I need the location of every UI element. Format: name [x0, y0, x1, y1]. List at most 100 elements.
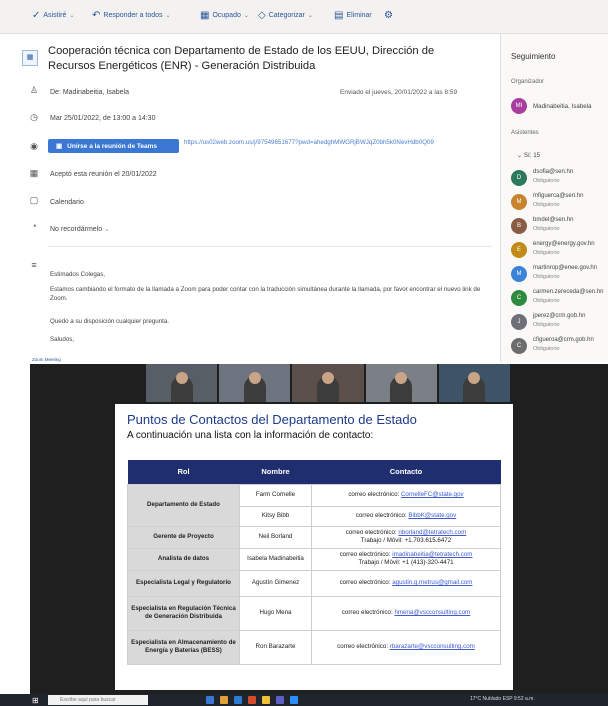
chrome-app-icon[interactable] [262, 696, 270, 704]
avatar: B [511, 218, 527, 234]
chevron-down-icon: ⌄ [307, 13, 313, 19]
ribbon-toolbar: ✓ Asistiré ⌄ ↶ Responder a todos ⌄ ▦ Ocupado ⌄… [0, 0, 608, 34]
zoom-meeting-window: Puntos de Contactos del Departamento de … [30, 364, 608, 694]
role-cell: Especialista en Regulación Técnica de Ge… [127, 595, 240, 631]
calendar-icon: ▢ [29, 195, 39, 205]
chevron-down-icon: ⌄ [165, 13, 171, 19]
teams-app-icon[interactable] [276, 696, 284, 704]
taskbar-search-input[interactable]: Escribe aquí para buscar [48, 695, 148, 705]
location-icon: ◉ [30, 141, 38, 151]
gear-icon: ⚙ [384, 10, 393, 21]
contact-label: correo electrónico: [339, 579, 391, 586]
avatar: C [511, 338, 527, 354]
email-link[interactable]: BibbK@state.gov [408, 512, 456, 519]
avatar: C [511, 290, 527, 306]
attendee-email: bmdel@sen.hn [533, 217, 574, 223]
attendee-item[interactable]: Eenergy@energy.gov.hn Obligatorio [511, 240, 608, 262]
attendee-status: Obligatorio [533, 322, 560, 328]
participant-video[interactable] [146, 364, 218, 402]
file-explorer-icon[interactable] [220, 696, 228, 704]
tracking-title: Seguimiento [511, 52, 556, 61]
participant-video[interactable] [438, 364, 511, 402]
email-link[interactable]: agustin.g.metrus@gmail.com [392, 579, 472, 586]
attendee-status: Obligatorio [533, 250, 560, 256]
contact-cell: correo electrónico: imadinabeitia@tetrat… [311, 547, 501, 571]
attendee-email: carmen.zereceda@sen.hn [533, 289, 604, 295]
attendee-email: energy@energy.gov.hn [533, 241, 595, 247]
powerpoint-app-icon[interactable] [248, 696, 256, 704]
accept-button[interactable]: ✓ Asistiré ⌄ [32, 10, 74, 21]
organizer-label: Organizador [511, 79, 545, 85]
attendee-status: Obligatorio [533, 226, 560, 232]
attendee-item[interactable]: Ccfigueroa@crm.gob.hn Obligatorio [511, 336, 608, 358]
avatar: J [511, 314, 527, 330]
divider [48, 246, 492, 247]
show-as-button[interactable]: ▦ Ocupado ⌄ [200, 10, 249, 21]
contact-cell: correo electrónico: BibbK@state.gov [311, 505, 501, 527]
more-options-button[interactable]: ⚙ [384, 10, 393, 21]
participant-head [248, 372, 261, 384]
system-tray[interactable]: 17°C Nublado ESP 9:52 a.m. [470, 696, 535, 702]
participant-video[interactable] [219, 364, 291, 402]
contact-cell: correo electrónico: agustin.g.metrus@gma… [311, 569, 501, 597]
calendar-busy-icon: ▦ [200, 10, 210, 21]
avatar: E [511, 242, 527, 258]
role-cell: Especialista Legal y Regulatorio [127, 569, 240, 597]
participant-video[interactable] [292, 364, 364, 402]
email-link[interactable]: imadinabeitia@tetratech.com [392, 551, 472, 558]
attendee-item[interactable]: Mmfiguerca@sen.hn Obligatorio [511, 192, 608, 214]
attendee-email: cfigueroa@crm.gob.hn [533, 337, 594, 343]
contact-label: correo electrónico: [339, 551, 391, 558]
attendee-item[interactable]: Mmartinrop@enee.gov.hn Obligatorio [511, 264, 608, 286]
categorize-button[interactable]: ◇ Categorizar ⌄ [258, 10, 313, 21]
name-cell: Neil Borland [239, 525, 312, 549]
attendee-item[interactable]: Ddsofia@sen.hn Obligatorio [511, 168, 608, 190]
reply-all-button[interactable]: ↶ Responder a todos ⌄ [92, 10, 171, 21]
contacts-table: Rol Nombre Contacto Departamento de Esta… [127, 460, 501, 665]
name-cell: Agustín Gimenez [239, 569, 312, 597]
organizer-name[interactable]: Madinabeitia, Isabela [533, 103, 591, 110]
attendee-item[interactable]: Ccarmen.zereceda@sen.hn Obligatorio [511, 288, 608, 310]
contact-cell: correo electrónico: rbarazarte@vscconsul… [311, 629, 501, 665]
zoom-app-icon[interactable] [290, 696, 298, 704]
task-view-icon[interactable] [206, 696, 214, 704]
notes-icon: ≡ [31, 260, 37, 270]
join-teams-button[interactable]: ▣ Unirse a la reunión de Teams [48, 139, 179, 153]
body-closing: Saludos, [50, 336, 75, 343]
contact-label: correo electrónico: [348, 491, 400, 498]
email-link[interactable]: CornelleFC@state.gov [401, 491, 464, 498]
bell-icon: ◔ [31, 221, 37, 231]
column-header-nombre: Nombre [239, 460, 312, 484]
attendee-item[interactable]: Jjperez@crm.gob.hn Obligatorio [511, 312, 608, 334]
windows-start-icon[interactable]: ⊞ [32, 696, 39, 705]
name-cell: Ron Barazarte [239, 629, 312, 665]
video-thumbnail-strip [146, 364, 511, 402]
contacts-table-body: Departamento de Estado Farm Cornelle corre… [127, 483, 501, 665]
sent-date: Enviado el jueves, 20/01/2022 a las 8:59 [340, 89, 458, 96]
email-link[interactable]: hmena@vscconsulting.com [394, 609, 470, 616]
avatar[interactable]: MI [511, 98, 527, 114]
role-cell: Gerente de Proyecto [127, 525, 240, 549]
role-cell: Departamento de Estado [127, 483, 240, 527]
zoom-window-label[interactable]: Zoom Meeting [32, 357, 61, 362]
zoom-link[interactable]: https://us02web.zoom.us/j/97549651677?pw… [184, 138, 494, 147]
table-row: Especialista Legal y Regulatorio Agustín … [127, 569, 501, 597]
attendee-status: Obligatorio [533, 274, 560, 280]
table-row: Analista de datos Isabela Madinabeitia cor… [127, 547, 501, 571]
attendee-item[interactable]: Bbmdel@sen.hn Obligatorio [511, 216, 608, 238]
table-row: Gerente de Proyecto Neil Borland correo el… [127, 525, 501, 549]
email-link[interactable]: rbarazarte@vscconsulting.com [390, 643, 475, 650]
body-paragraph: Estamos cambiando el formato de la llama… [50, 286, 481, 302]
attendee-email: mfiguerca@sen.hn [533, 193, 584, 199]
meeting-time: Mar 25/01/2022, de 13:00 a 14:30 [50, 115, 156, 122]
avatar: M [511, 194, 527, 210]
reminder-select[interactable]: No recordármelo ⌄ [50, 225, 110, 233]
email-link[interactable]: nborland@tetratech.com [398, 529, 466, 536]
participant-video[interactable] [365, 364, 437, 402]
table-row: Especialista en Regulación Técnica de Ge… [127, 595, 501, 631]
accepted-group-toggle[interactable]: ⌄ Sí: 15 [517, 152, 540, 159]
column-header-rol: Rol [127, 460, 240, 484]
delete-button[interactable]: ▤ Eliminar [334, 10, 372, 21]
outlook-app-icon[interactable] [234, 696, 242, 704]
tracking-pane: Seguimiento Organizador MI Madinabeitia,… [500, 34, 608, 362]
